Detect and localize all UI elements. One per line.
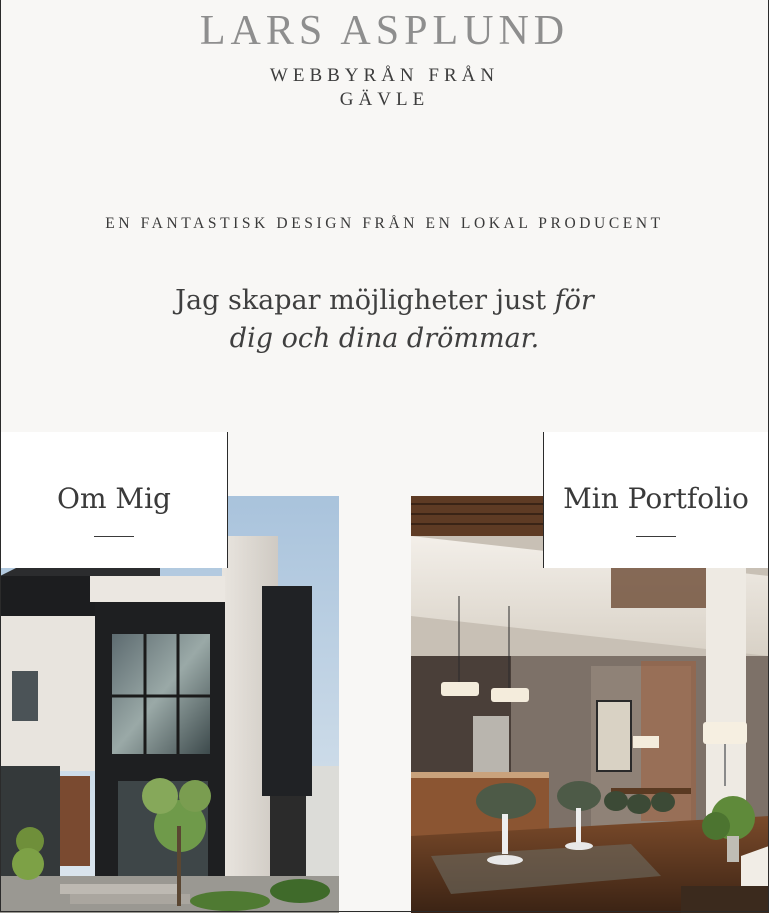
about-card-divider (94, 536, 134, 537)
intro-eyebrow: EN FANTASTISK DESIGN FRÅN EN LOKAL PRODU… (105, 215, 664, 232)
site-tagline: WEBBYRÅN FRÅN GÄVLE (269, 65, 500, 110)
portfolio-card-divider (636, 536, 676, 537)
portfolio-card-edge-line (543, 432, 544, 568)
hero-line-1: Jag skapar möjligheter just för (0, 282, 769, 320)
site-logo-text[interactable]: LARS ASPLUND (0, 8, 769, 54)
about-card-edge-line (227, 432, 228, 568)
hero-heading: Jag skapar möjligheter just för dig och … (0, 282, 769, 358)
hero-line-1-italic: för (554, 285, 594, 316)
hero-line-1-text: Jag skapar möjligheter just (175, 285, 555, 316)
about-card-label-box[interactable]: Om Mig (0, 432, 228, 568)
portfolio-card-title[interactable]: Min Portfolio (543, 482, 769, 516)
site-header: LARS ASPLUND WEBBYRÅN FRÅN GÄVLE (0, 8, 769, 112)
about-card-title[interactable]: Om Mig (0, 482, 228, 516)
hero-line-2: dig och dina drömmar. (229, 323, 540, 354)
portfolio-card-label-box[interactable]: Min Portfolio (543, 432, 769, 568)
